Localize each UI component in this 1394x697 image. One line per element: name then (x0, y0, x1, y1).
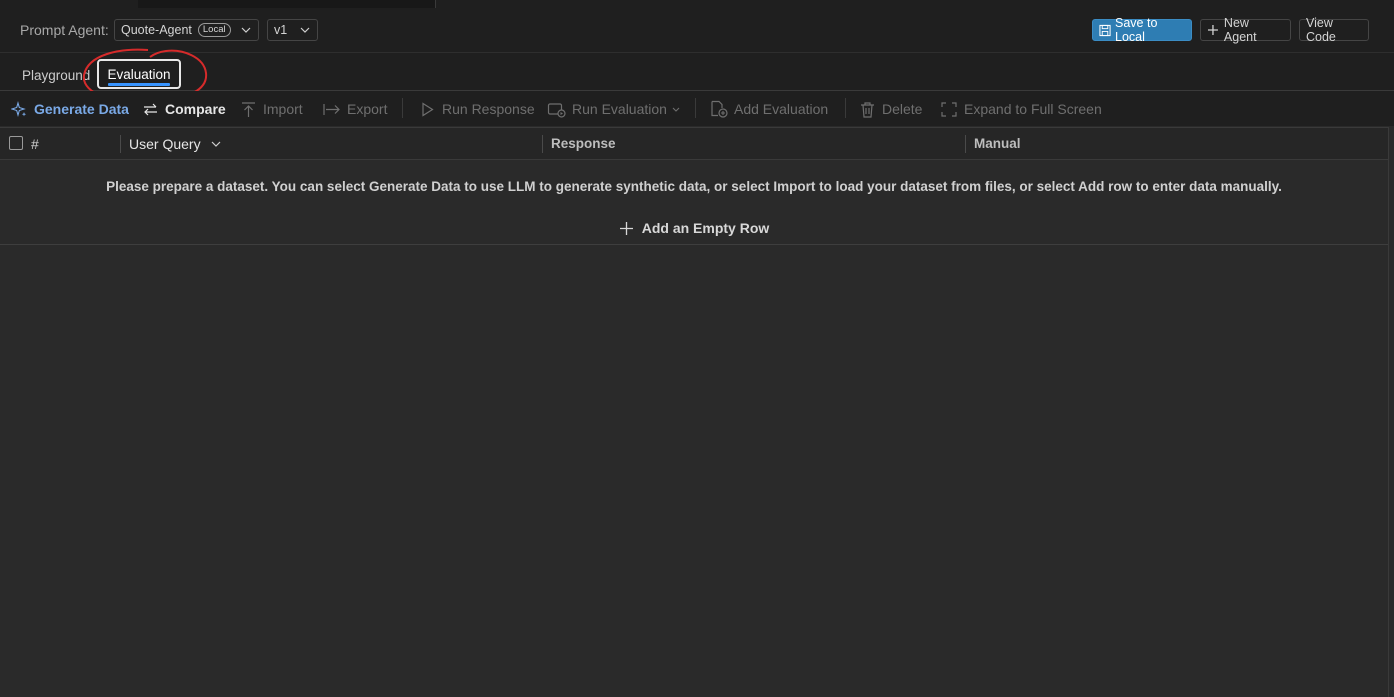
generate-data-button[interactable]: Generate Data (11, 100, 129, 118)
toolbar-divider (695, 98, 696, 118)
new-agent-label: New Agent (1223, 16, 1257, 44)
compare-label: Compare (165, 101, 226, 117)
view-code-button[interactable]: View Code (1299, 16, 1369, 44)
column-divider[interactable] (120, 135, 121, 153)
column-header-manual: Manual (974, 136, 1021, 151)
add-evaluation-button[interactable]: Add Evaluation (709, 100, 828, 118)
column-header-response: Response (551, 136, 616, 151)
tab-playground[interactable]: Playground (22, 68, 90, 83)
run-response-label: Run Response (442, 101, 535, 117)
expand-full-screen-button[interactable]: Expand to Full Screen (940, 100, 1102, 118)
empty-dataset-message: Please prepare a dataset. You can select… (0, 160, 1388, 213)
export-label: Export (347, 101, 388, 117)
add-evaluation-icon (711, 100, 728, 118)
empty-message-text: Please prepare a dataset. You can select… (106, 178, 1282, 194)
agent-select[interactable]: Quote-Agent Local (114, 19, 259, 41)
column-header-user-query[interactable]: User Query (129, 136, 222, 152)
toolbar-divider (845, 98, 846, 118)
column-divider[interactable] (542, 135, 543, 153)
column-header-index: # (31, 136, 39, 152)
save-to-local-button[interactable]: Save to Local (1092, 16, 1192, 44)
export-button[interactable]: Export (322, 100, 387, 118)
column-divider[interactable] (965, 135, 966, 153)
add-empty-row-button[interactable]: Add an Empty Row (0, 212, 1388, 245)
save-icon (1099, 24, 1111, 36)
save-label: Save to Local (1115, 16, 1158, 44)
title-strip (0, 0, 1394, 8)
new-agent-button[interactable]: New Agent (1200, 16, 1291, 44)
tab-evaluation[interactable]: Evaluation (97, 59, 181, 89)
compare-arrows-icon (144, 103, 157, 115)
plus-icon (619, 221, 633, 235)
prompt-agent-label: Prompt Agent: (20, 22, 109, 38)
expand-label: Expand to Full Screen (964, 101, 1102, 117)
agent-name: Quote-Agent (121, 23, 192, 37)
chevron-down-icon (212, 141, 221, 147)
title-strip-tab-active (138, 0, 436, 8)
table-header: # User Query Response Manual (0, 127, 1388, 160)
chevron-down-icon (240, 24, 252, 36)
expand-icon (941, 101, 957, 117)
plus-icon (1207, 25, 1218, 35)
export-arrow-icon (323, 103, 340, 115)
add-row-label: Add an Empty Row (641, 220, 770, 236)
run-response-button[interactable]: Run Response (419, 100, 535, 118)
delete-label: Delete (882, 101, 923, 117)
table-right-border (1388, 127, 1389, 697)
agent-header: Prompt Agent: Quote-Agent Local v1 Save … (0, 8, 1394, 53)
run-evaluation-button[interactable]: Run Evaluation (547, 100, 681, 118)
sparkle-icon (11, 100, 27, 117)
local-badge: Local (197, 23, 231, 37)
add-evaluation-label: Add Evaluation (734, 101, 829, 117)
play-icon (422, 101, 434, 117)
chevron-down-icon (299, 24, 311, 36)
title-strip-tab (0, 0, 139, 8)
version-value: v1 (274, 23, 288, 37)
evaluation-toolbar: Generate Data Compare Import Export Run … (0, 91, 1394, 126)
user-query-label: User Query (129, 136, 201, 152)
delete-button[interactable]: Delete (859, 100, 922, 118)
run-evaluation-icon (547, 102, 566, 118)
import-label: Import (263, 101, 303, 117)
view-code-label: View Code (1306, 16, 1336, 44)
toolbar-divider (402, 98, 403, 118)
import-button[interactable]: Import (240, 100, 303, 118)
tab-evaluation-label: Evaluation (107, 67, 171, 82)
chevron-down-icon (672, 107, 680, 112)
upload-icon (242, 101, 255, 117)
compare-button[interactable]: Compare (142, 100, 226, 118)
version-select[interactable]: v1 (267, 19, 318, 41)
tab-bar: Playground Evaluation (0, 53, 1394, 91)
active-tab-indicator (108, 83, 170, 86)
generate-data-label: Generate Data (34, 101, 129, 117)
trash-icon (861, 101, 874, 118)
select-all-checkbox[interactable] (9, 136, 23, 150)
run-evaluation-label: Run Evaluation (572, 101, 667, 117)
